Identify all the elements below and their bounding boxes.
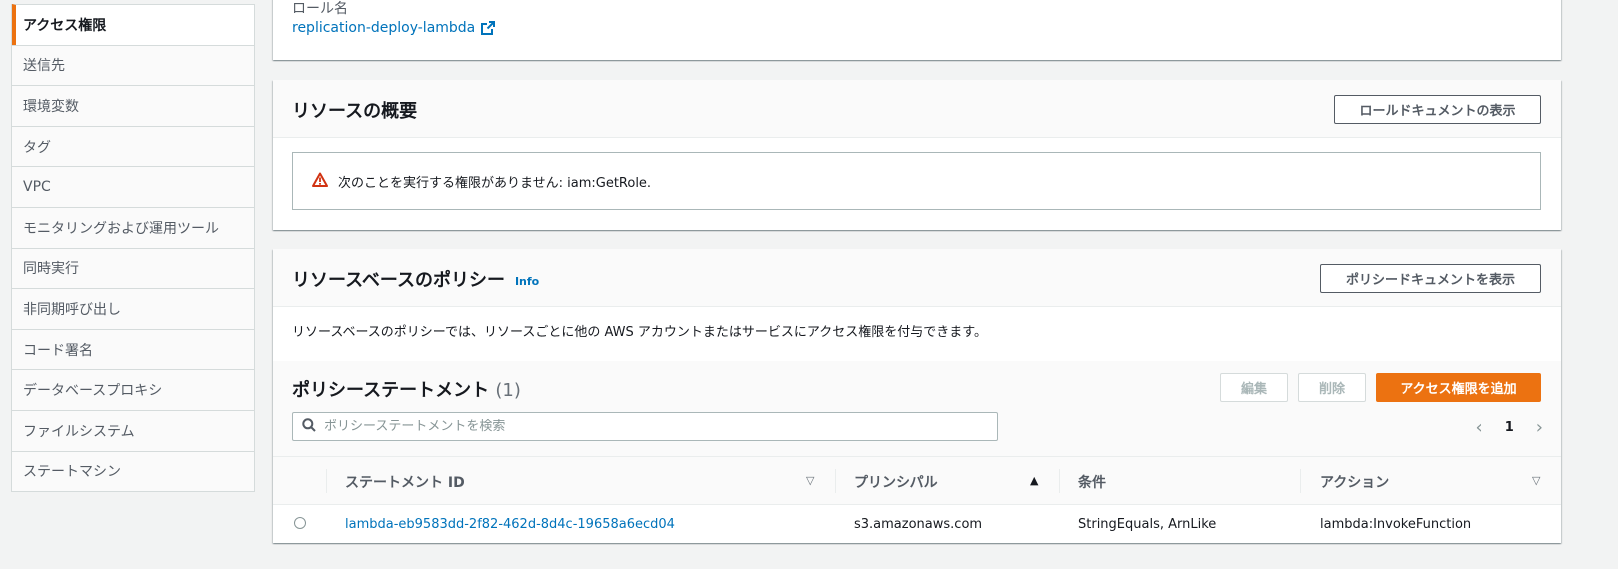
- policy-description: リソースベースのポリシーでは、リソースごとに他の AWS アカウントまたはサービ…: [292, 325, 987, 340]
- resource-policy-header: リソースベースのポリシー Info ポリシードキュメントを表示: [273, 249, 1561, 307]
- column-divider: [1059, 469, 1060, 493]
- alert-message: 次のことを実行する権限がありません: iam:GetRole.: [338, 175, 652, 191]
- sidebar-item-file-system[interactable]: ファイルシステム: [12, 409, 254, 451]
- role-name-label: ロール名: [292, 1, 348, 17]
- sidebar-item-async-invocation[interactable]: 非同期呼び出し: [12, 288, 254, 329]
- sort-up-icon[interactable]: ▲: [1030, 474, 1038, 487]
- policy-search-input[interactable]: [324, 419, 984, 434]
- row-select-radio[interactable]: [294, 517, 306, 529]
- execution-role-card: ロール名 replication-deploy-lambda: [273, 0, 1561, 60]
- role-name-link[interactable]: replication-deploy-lambda: [292, 20, 496, 36]
- resource-policy-title-text: リソースベースのポリシー: [292, 270, 505, 291]
- sidebar-nav: アクセス権限 送信先 環境変数 タグ VPC モニタリングおよび運用ツール 同時…: [11, 4, 255, 493]
- column-divider: [1300, 469, 1301, 493]
- warning-icon: [312, 172, 328, 191]
- sort-down-icon[interactable]: ▽: [1532, 474, 1540, 487]
- sidebar-item-tags[interactable]: タグ: [12, 125, 254, 167]
- resource-summary-title: リソースの概要: [292, 101, 418, 122]
- condition-cell: StringEquals, ArnLike: [1078, 516, 1217, 532]
- sidebar-item-destinations[interactable]: 送信先: [12, 44, 254, 86]
- sort-down-icon[interactable]: ▽: [806, 474, 814, 487]
- column-divider: [835, 469, 836, 493]
- statement-id-link[interactable]: lambda-eb9583dd-2f82-462d-8d4c-19658a6ec…: [345, 505, 675, 543]
- table-row[interactable]: lambda-eb9583dd-2f82-462d-8d4c-19658a6ec…: [273, 505, 1561, 543]
- column-header-statement-id[interactable]: ステートメント ID: [345, 457, 465, 506]
- principal-cell: s3.amazonaws.com: [854, 516, 983, 532]
- column-header-principal[interactable]: プリンシパル: [854, 457, 938, 506]
- sidebar-item-environment-variables[interactable]: 環境変数: [12, 85, 254, 126]
- sidebar-item-state-machine[interactable]: ステートマシン: [12, 450, 254, 492]
- sidebar-item-permissions[interactable]: アクセス権限: [12, 4, 254, 45]
- action-cell: lambda:InvokeFunction: [1320, 516, 1472, 532]
- chevron-left-icon[interactable]: ‹: [1476, 417, 1483, 438]
- sidebar-item-database-proxy[interactable]: データベースプロキシ: [12, 369, 254, 410]
- resource-policy-card: リソースベースのポリシー Info ポリシードキュメントを表示 リソースベースのポ…: [273, 249, 1561, 543]
- column-divider: [326, 469, 327, 493]
- sidebar-item-vpc[interactable]: VPC: [12, 166, 254, 207]
- policy-statements-count: (1): [495, 380, 521, 401]
- delete-button[interactable]: 削除: [1298, 373, 1366, 402]
- sidebar-item-concurrency[interactable]: 同時実行: [12, 247, 254, 289]
- permission-error-alert: 次のことを実行する権限がありません: iam:GetRole.: [292, 152, 1541, 210]
- resource-summary-card: リソースの概要 ロールドキュメントの表示 次のことを実行する権限がありません: …: [273, 80, 1561, 230]
- policy-statements-title: ポリシーステートメント (1): [292, 376, 521, 402]
- external-link-icon[interactable]: [481, 21, 496, 35]
- pagination: ‹ 1 ›: [1476, 417, 1543, 438]
- policy-search-box[interactable]: [292, 412, 998, 441]
- sidebar-item-code-signing[interactable]: コード署名: [12, 328, 254, 370]
- view-policy-document-button[interactable]: ポリシードキュメントを表示: [1320, 264, 1541, 293]
- sidebar-item-monitoring[interactable]: モニタリングおよび運用ツール: [12, 206, 254, 248]
- resource-policy-title: リソースベースのポリシー Info: [292, 266, 539, 292]
- search-icon: [302, 417, 316, 436]
- column-header-condition[interactable]: 条件: [1078, 457, 1106, 506]
- info-link[interactable]: Info: [515, 275, 539, 288]
- add-permission-button[interactable]: アクセス権限を追加: [1376, 373, 1541, 402]
- page-number[interactable]: 1: [1505, 420, 1514, 435]
- table-header: ステートメント ID ▽ プリンシパル ▲ 条件 アクション ▽: [273, 456, 1561, 505]
- view-role-document-button[interactable]: ロールドキュメントの表示: [1334, 95, 1541, 124]
- column-header-action[interactable]: アクション: [1320, 457, 1389, 506]
- chevron-right-icon[interactable]: ›: [1536, 417, 1543, 438]
- edit-button[interactable]: 編集: [1220, 373, 1288, 402]
- resource-summary-header: リソースの概要 ロールドキュメントの表示: [273, 80, 1561, 138]
- policy-statements-title-text: ポリシーステートメント: [292, 380, 490, 401]
- role-name-text[interactable]: replication-deploy-lambda: [292, 20, 475, 36]
